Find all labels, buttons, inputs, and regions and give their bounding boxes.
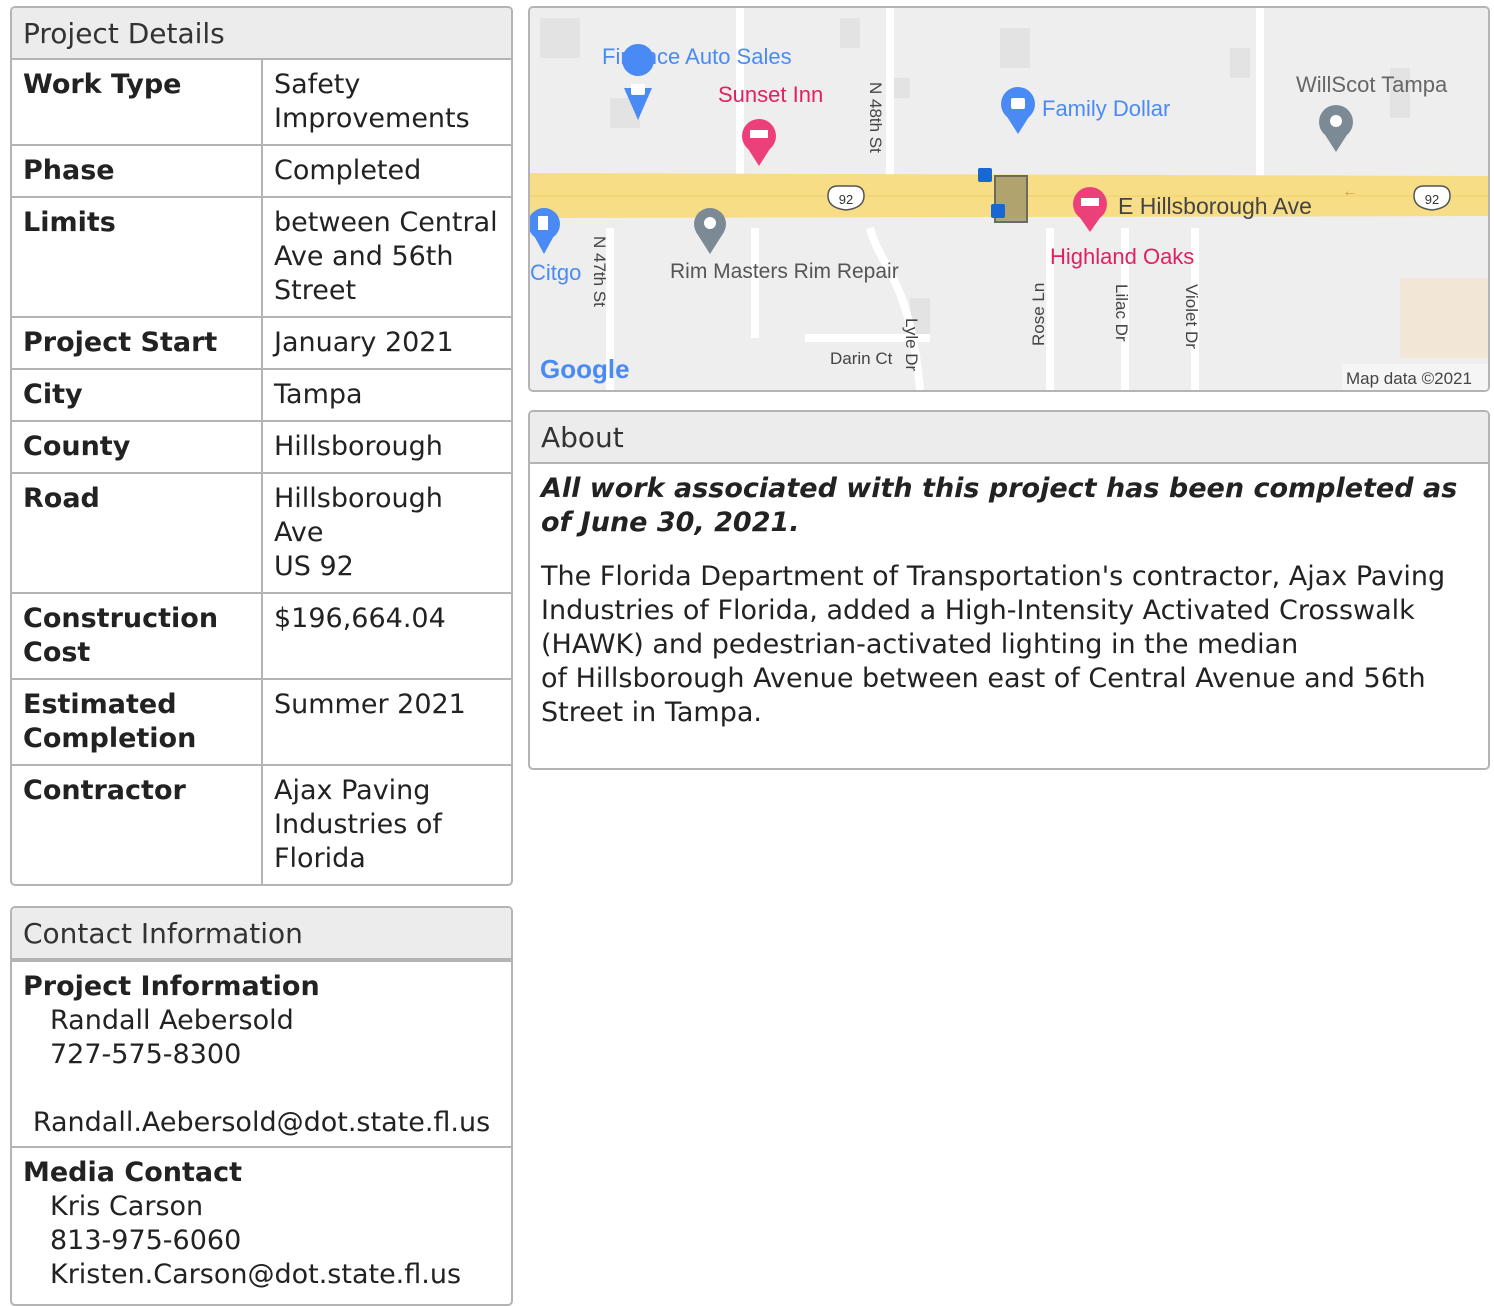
- project-details-panel: Project Details Work Type Safety Improve…: [10, 6, 513, 886]
- one-way-arrow-icon: ←: [1342, 183, 1358, 200]
- row-key: Estimated Completion: [12, 678, 263, 765]
- bus-stop-icon[interactable]: [978, 168, 992, 182]
- table-row: City Tampa: [12, 368, 511, 421]
- project-contact-email[interactable]: Randall.Aebersold@dot.state.fl.us: [23, 1106, 500, 1140]
- row-value: Ajax Paving Industries of Florida: [262, 764, 511, 884]
- project-description: The Florida Department of Transportation…: [541, 561, 1446, 728]
- table-row: Limits between Central Ave and 56th Stre…: [12, 196, 511, 317]
- route-shield-1: 92: [827, 185, 865, 211]
- project-contact: Project Information Randall Aebersold 72…: [12, 960, 511, 1146]
- row-value: Summer 2021: [262, 678, 511, 765]
- row-key: Construction Cost: [12, 592, 263, 679]
- about-title: About: [530, 412, 1488, 464]
- row-key: Work Type: [12, 60, 263, 145]
- project-details-table: Work Type Safety Improvements Phase Comp…: [12, 60, 511, 884]
- street-label: Violet Dr: [1182, 284, 1201, 349]
- about-body: All work associated with this project ha…: [530, 464, 1488, 738]
- row-value: Completed: [262, 144, 511, 197]
- media-contact: Media Contact Kris Carson 813-975-6060 K…: [12, 1146, 511, 1298]
- row-value: Hillsborough: [262, 420, 511, 473]
- road-label: E Hillsborough Ave: [1118, 193, 1312, 219]
- poi-label: Citgo: [530, 260, 581, 285]
- street-label: Darin Ct: [830, 349, 893, 368]
- row-key: Phase: [12, 144, 263, 197]
- google-logo: Google: [540, 354, 630, 384]
- table-row: Construction Cost $196,664.04: [12, 592, 511, 679]
- route-shield-2: 92: [1413, 185, 1451, 211]
- media-contact-label: Media Contact: [23, 1157, 243, 1188]
- row-key: Project Start: [12, 316, 263, 369]
- poi-label: Finance Auto Sales: [602, 44, 792, 69]
- map-canvas[interactable]: 92 92 Finance Auto Sales Sunset Inn N 48…: [530, 8, 1488, 390]
- media-contact-email[interactable]: Kristen.Carson@dot.state.fl.us: [23, 1258, 500, 1292]
- bus-stop-icon[interactable]: [991, 204, 1005, 218]
- poi-label: WillScot Tampa: [1296, 72, 1448, 97]
- project-contact-phone[interactable]: 727-575-8300: [23, 1038, 500, 1072]
- row-key: Contractor: [12, 764, 263, 884]
- street-label: Lilac Dr: [1112, 284, 1131, 342]
- project-details-title: Project Details: [12, 8, 511, 60]
- route-number: 92: [839, 192, 853, 207]
- poi-label: Highland Oaks: [1050, 244, 1194, 269]
- street-label: Rose Ln: [1029, 283, 1048, 346]
- row-value: Hillsborough Ave US 92: [262, 472, 511, 593]
- project-contact-label: Project Information: [23, 971, 320, 1002]
- poi-label: Sunset Inn: [718, 82, 823, 107]
- street-label: N 48th St: [866, 82, 885, 153]
- media-contact-name: Kris Carson: [50, 1191, 204, 1222]
- row-value: January 2021: [262, 316, 511, 369]
- about-panel: About All work associated with this proj…: [528, 410, 1490, 770]
- row-value: Tampa: [262, 368, 511, 421]
- project-contact-name: Randall Aebersold: [50, 1005, 294, 1036]
- table-row: Road Hillsborough Ave US 92: [12, 472, 511, 593]
- project-map[interactable]: 92 92 Finance Auto Sales Sunset Inn N 48…: [528, 6, 1490, 392]
- media-contact-phone[interactable]: 813-975-6060: [23, 1224, 500, 1258]
- row-key: County: [12, 420, 263, 473]
- row-value: Safety Improvements: [274, 69, 470, 134]
- row-key: City: [12, 368, 263, 421]
- street-label: N 47th St: [590, 236, 609, 307]
- route-number: 92: [1425, 192, 1439, 207]
- table-row: Work Type Safety Improvements: [12, 60, 511, 145]
- completion-notice: All work associated with this project ha…: [541, 473, 1458, 538]
- map-attribution[interactable]: Map data ©2021: [1346, 369, 1472, 388]
- contact-information-title: Contact Information: [12, 908, 511, 960]
- table-row: Contractor Ajax Paving Industries of Flo…: [12, 764, 511, 884]
- row-key: Limits: [12, 196, 263, 317]
- row-value: between Central Ave and 56th Street: [262, 196, 511, 317]
- row-key: Road: [12, 472, 263, 593]
- contact-information-panel: Contact Information Project Information …: [10, 906, 513, 1306]
- table-row: County Hillsborough: [12, 420, 511, 473]
- table-row: Phase Completed: [12, 144, 511, 197]
- row-value: $196,664.04: [262, 592, 511, 679]
- table-row: Estimated Completion Summer 2021: [12, 678, 511, 765]
- street-label: Lyle Dr: [902, 318, 921, 372]
- table-row: Project Start January 2021: [12, 316, 511, 369]
- poi-label: Family Dollar: [1042, 96, 1170, 121]
- poi-label: Rim Masters Rim Repair: [670, 260, 899, 283]
